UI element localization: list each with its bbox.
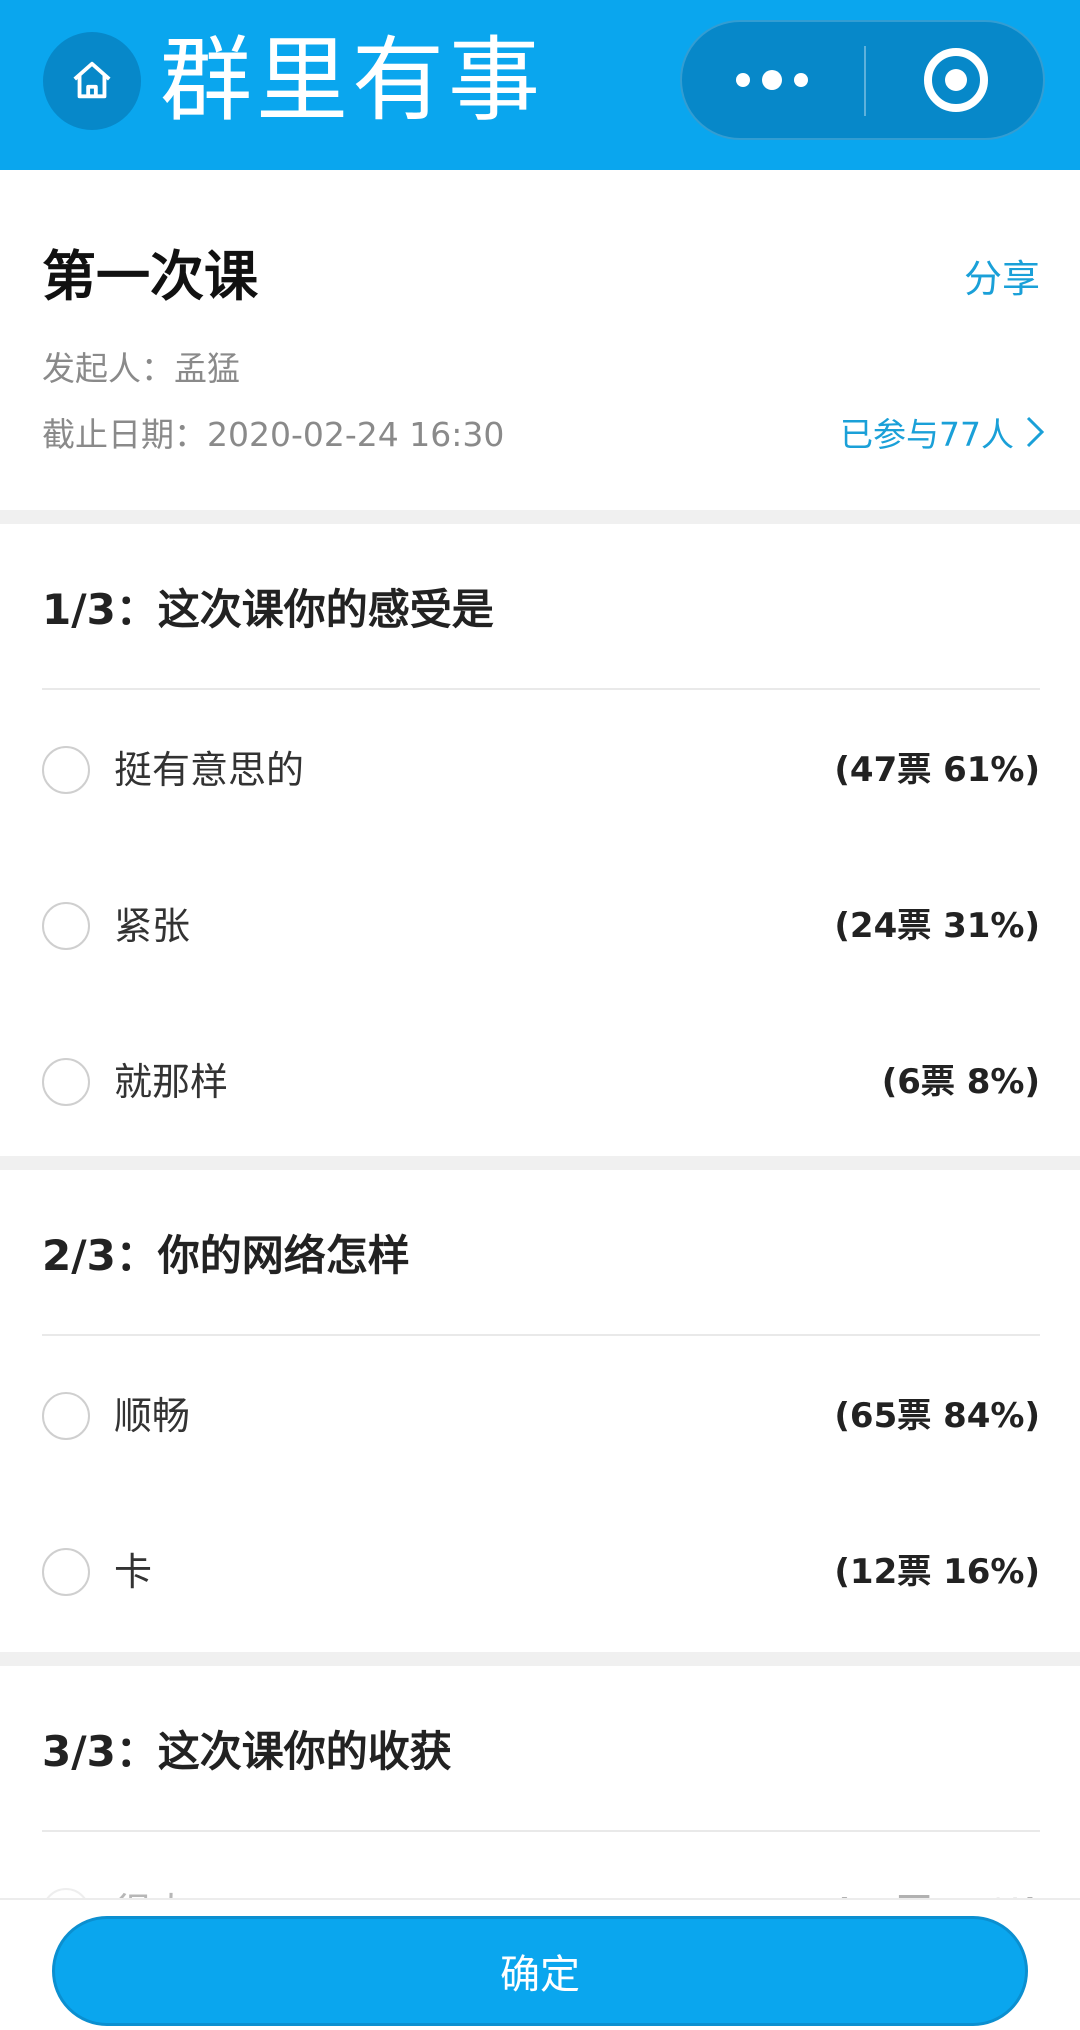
question-title: 1/3：这次课你的感受是: [42, 585, 494, 634]
app-title: 群里有事: [160, 27, 545, 134]
radio-button[interactable]: [42, 1548, 90, 1596]
option-label: 挺有意思的: [114, 748, 305, 792]
radio-button[interactable]: [42, 746, 90, 794]
radio-button[interactable]: [42, 1058, 90, 1106]
more-dots-icon: [736, 73, 750, 87]
question-divider: [42, 1334, 1040, 1336]
option-result: (65票 84%): [834, 1396, 1040, 1436]
bottom-bar: 确定: [0, 1898, 1080, 2030]
question-block-2: 2/3：你的网络怎样 顺畅 (65票 84%) 卡 (12票 16%): [0, 1170, 1080, 1652]
deadline-text: 截止日期：2020-02-24 16:30: [42, 415, 505, 454]
option-row[interactable]: 就那样 (6票 8%): [0, 1004, 1080, 1160]
question-divider: [42, 1830, 1040, 1832]
question-divider: [42, 688, 1040, 690]
mini-program-capsule: [680, 20, 1045, 140]
poll-info: 第一次课 分享 发起人：孟猛 截止日期：2020-02-24 16:30 已参与…: [0, 170, 1080, 510]
option-label: 紧张: [114, 904, 191, 948]
section-gap: [0, 1652, 1080, 1666]
option-row[interactable]: 挺有意思的 (47票 61%): [0, 692, 1080, 848]
option-result: (24票 31%): [834, 906, 1040, 946]
section-gap: [0, 1156, 1080, 1170]
question-title: 3/3：这次课你的收获: [42, 1727, 452, 1776]
radio-button[interactable]: [42, 1392, 90, 1440]
radio-button[interactable]: [42, 902, 90, 950]
home-icon: [73, 61, 111, 99]
question-block-1: 1/3：这次课你的感受是 挺有意思的 (47票 61%) 紧张 (24票 31%…: [0, 524, 1080, 1156]
option-row[interactable]: 紧张 (24票 31%): [0, 848, 1080, 1004]
target-close-icon: [924, 48, 988, 112]
option-label: 顺畅: [114, 1394, 191, 1438]
option-label: 卡: [114, 1550, 153, 1594]
close-button[interactable]: [866, 22, 1046, 138]
option-result: (12票 16%): [834, 1552, 1040, 1592]
more-button[interactable]: [682, 22, 862, 138]
option-label: 就那样: [114, 1060, 229, 1104]
question-title: 2/3：你的网络怎样: [42, 1231, 410, 1280]
option-result: (6票 8%): [881, 1062, 1040, 1102]
poll-page: 群里有事 第一次课 分享 发起人：孟猛 截止日期：2020-02-24 16:3…: [0, 0, 1080, 2030]
chevron-right-icon: [1026, 416, 1045, 448]
app-header: 群里有事: [0, 0, 1080, 170]
participants-link[interactable]: 已参与77人: [840, 408, 1046, 456]
share-link[interactable]: 分享: [964, 248, 1040, 303]
option-row[interactable]: 卡 (12票 16%): [0, 1494, 1080, 1650]
section-gap: [0, 510, 1080, 524]
option-row[interactable]: 顺畅 (65票 84%): [0, 1338, 1080, 1494]
option-result: (47票 61%): [834, 750, 1040, 790]
initiator-text: 发起人：孟猛: [42, 349, 240, 388]
home-button[interactable]: [43, 32, 141, 130]
confirm-button[interactable]: 确定: [52, 1916, 1028, 2026]
participants-label: 已参与77人: [840, 415, 1014, 454]
poll-title: 第一次课: [42, 245, 258, 308]
